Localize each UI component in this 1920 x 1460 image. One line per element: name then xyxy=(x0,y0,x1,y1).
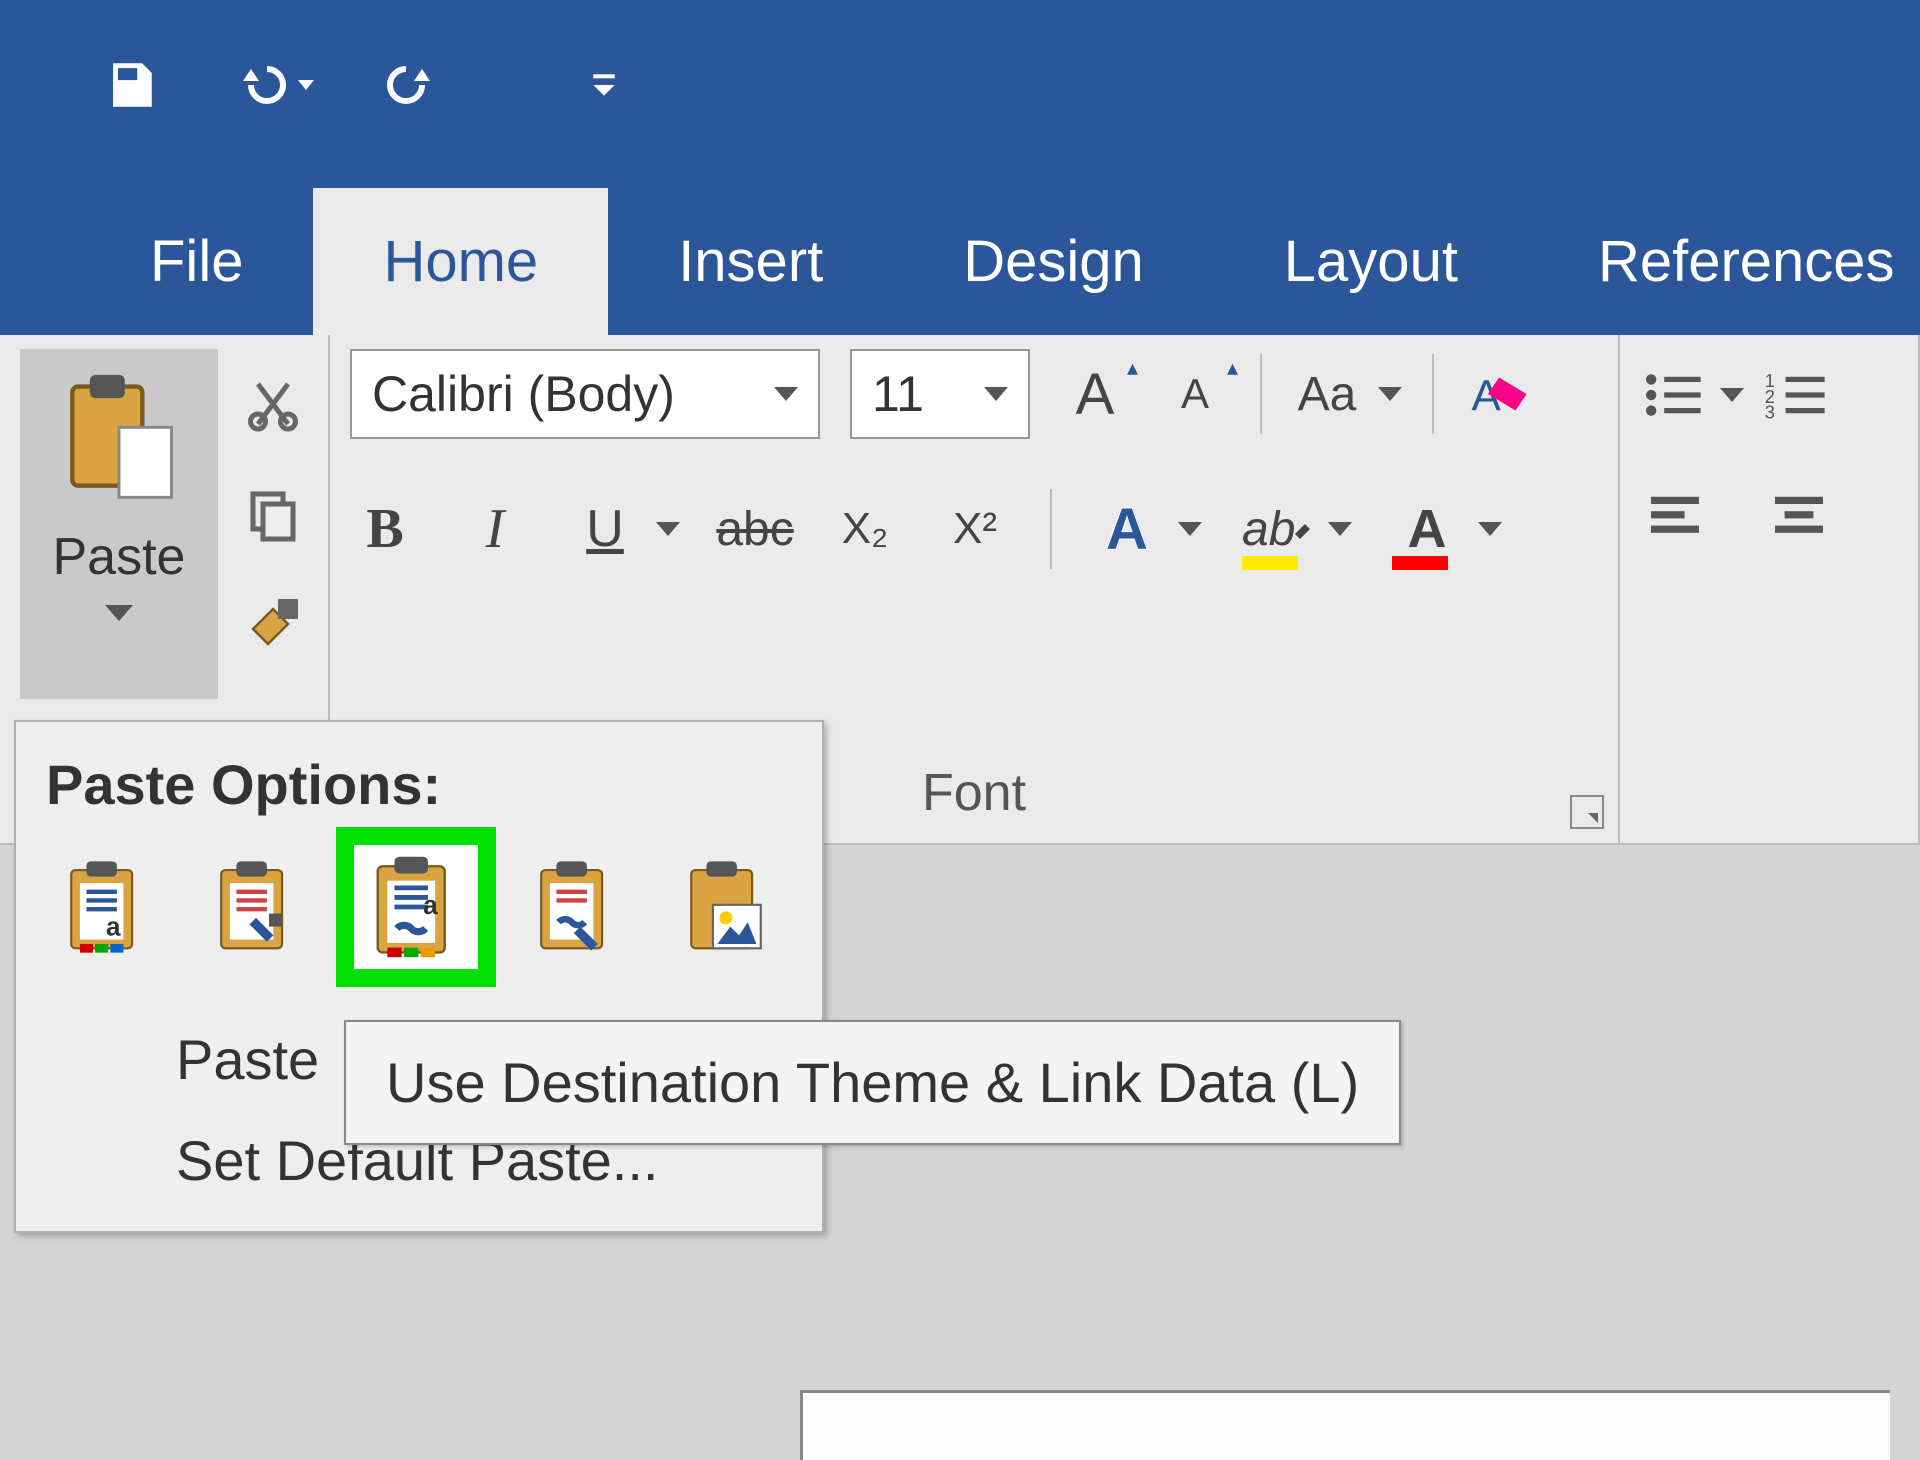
align-center-button[interactable] xyxy=(1764,481,1834,551)
undo-button[interactable] xyxy=(230,61,314,109)
cut-button[interactable] xyxy=(238,369,308,439)
paste-options-popup: Paste Options: a a Paste Set Default Pas… xyxy=(14,720,824,1233)
superscript-button[interactable]: X² xyxy=(940,494,1010,564)
subscript-button[interactable]: X₂ xyxy=(830,494,900,564)
paste-label: Paste xyxy=(53,527,186,587)
tab-references[interactable]: References xyxy=(1528,188,1920,335)
tab-layout[interactable]: Layout xyxy=(1214,188,1528,335)
text-effects-button[interactable]: A xyxy=(1092,494,1202,564)
paste-option-keep-source-link-data[interactable] xyxy=(516,847,636,967)
paragraph-group: 123 xyxy=(1620,335,1920,843)
document-page[interactable] xyxy=(800,1390,1890,1460)
copy-button[interactable] xyxy=(238,479,308,549)
bold-button[interactable]: B xyxy=(350,494,420,564)
undo-dropdown-icon[interactable] xyxy=(298,80,314,90)
underline-button[interactable]: U xyxy=(570,494,680,564)
chevron-down-icon xyxy=(1378,387,1402,401)
font-dialog-launcher[interactable] xyxy=(1570,795,1604,829)
tab-insert[interactable]: Insert xyxy=(608,188,893,335)
shrink-font-button[interactable]: A▴ xyxy=(1160,359,1230,429)
save-icon[interactable] xyxy=(100,55,160,115)
customize-qat-button[interactable] xyxy=(574,55,634,115)
tab-design[interactable]: Design xyxy=(893,188,1214,335)
chevron-down-icon xyxy=(1720,388,1744,402)
align-left-button[interactable] xyxy=(1640,481,1710,551)
chevron-down-icon xyxy=(984,387,1008,401)
clear-formatting-button[interactable]: A xyxy=(1464,359,1534,429)
clipboard-icon xyxy=(59,369,179,509)
svg-text:a: a xyxy=(106,911,121,941)
font-size-value: 11 xyxy=(872,365,924,423)
paste-dropdown-icon[interactable] xyxy=(105,605,133,621)
quick-access-toolbar xyxy=(0,0,1920,170)
bullets-button[interactable] xyxy=(1640,369,1744,421)
redo-button[interactable] xyxy=(384,55,444,115)
numbering-button[interactable]: 123 xyxy=(1764,369,1834,421)
italic-button[interactable]: I xyxy=(460,494,530,564)
paste-option-use-destination-theme-link-data[interactable]: a xyxy=(336,827,496,987)
paste-option-merge-formatting[interactable] xyxy=(196,847,316,967)
paste-option-keep-source-formatting[interactable]: a xyxy=(46,847,166,967)
chevron-down-icon xyxy=(774,387,798,401)
svg-text:a: a xyxy=(423,890,438,920)
paste-button[interactable]: Paste xyxy=(20,349,218,699)
svg-text:3: 3 xyxy=(1765,402,1775,421)
change-case-button[interactable]: Aa xyxy=(1292,359,1402,429)
paste-options-heading: Paste Options: xyxy=(16,722,822,837)
ribbon-tabs: File Home Insert Design Layout Reference… xyxy=(0,170,1920,335)
highlight-color-button[interactable]: ab xyxy=(1242,494,1352,564)
tab-home[interactable]: Home xyxy=(313,188,608,335)
chevron-down-icon xyxy=(1478,522,1502,536)
chevron-down-icon xyxy=(1178,522,1202,536)
font-size-select[interactable]: 11 xyxy=(850,349,1030,439)
chevron-down-icon xyxy=(656,522,680,536)
strikethrough-button[interactable]: abc xyxy=(720,494,790,564)
chevron-down-icon xyxy=(1328,522,1352,536)
grow-font-button[interactable]: A▴ xyxy=(1060,359,1130,429)
font-name-value: Calibri (Body) xyxy=(372,365,675,423)
font-name-select[interactable]: Calibri (Body) xyxy=(350,349,820,439)
paste-option-tooltip: Use Destination Theme & Link Data (L) xyxy=(344,1020,1401,1145)
font-color-button[interactable]: A xyxy=(1392,494,1502,564)
format-painter-button[interactable] xyxy=(238,589,308,659)
tab-file[interactable]: File xyxy=(80,188,313,335)
paste-option-picture[interactable] xyxy=(666,847,786,967)
